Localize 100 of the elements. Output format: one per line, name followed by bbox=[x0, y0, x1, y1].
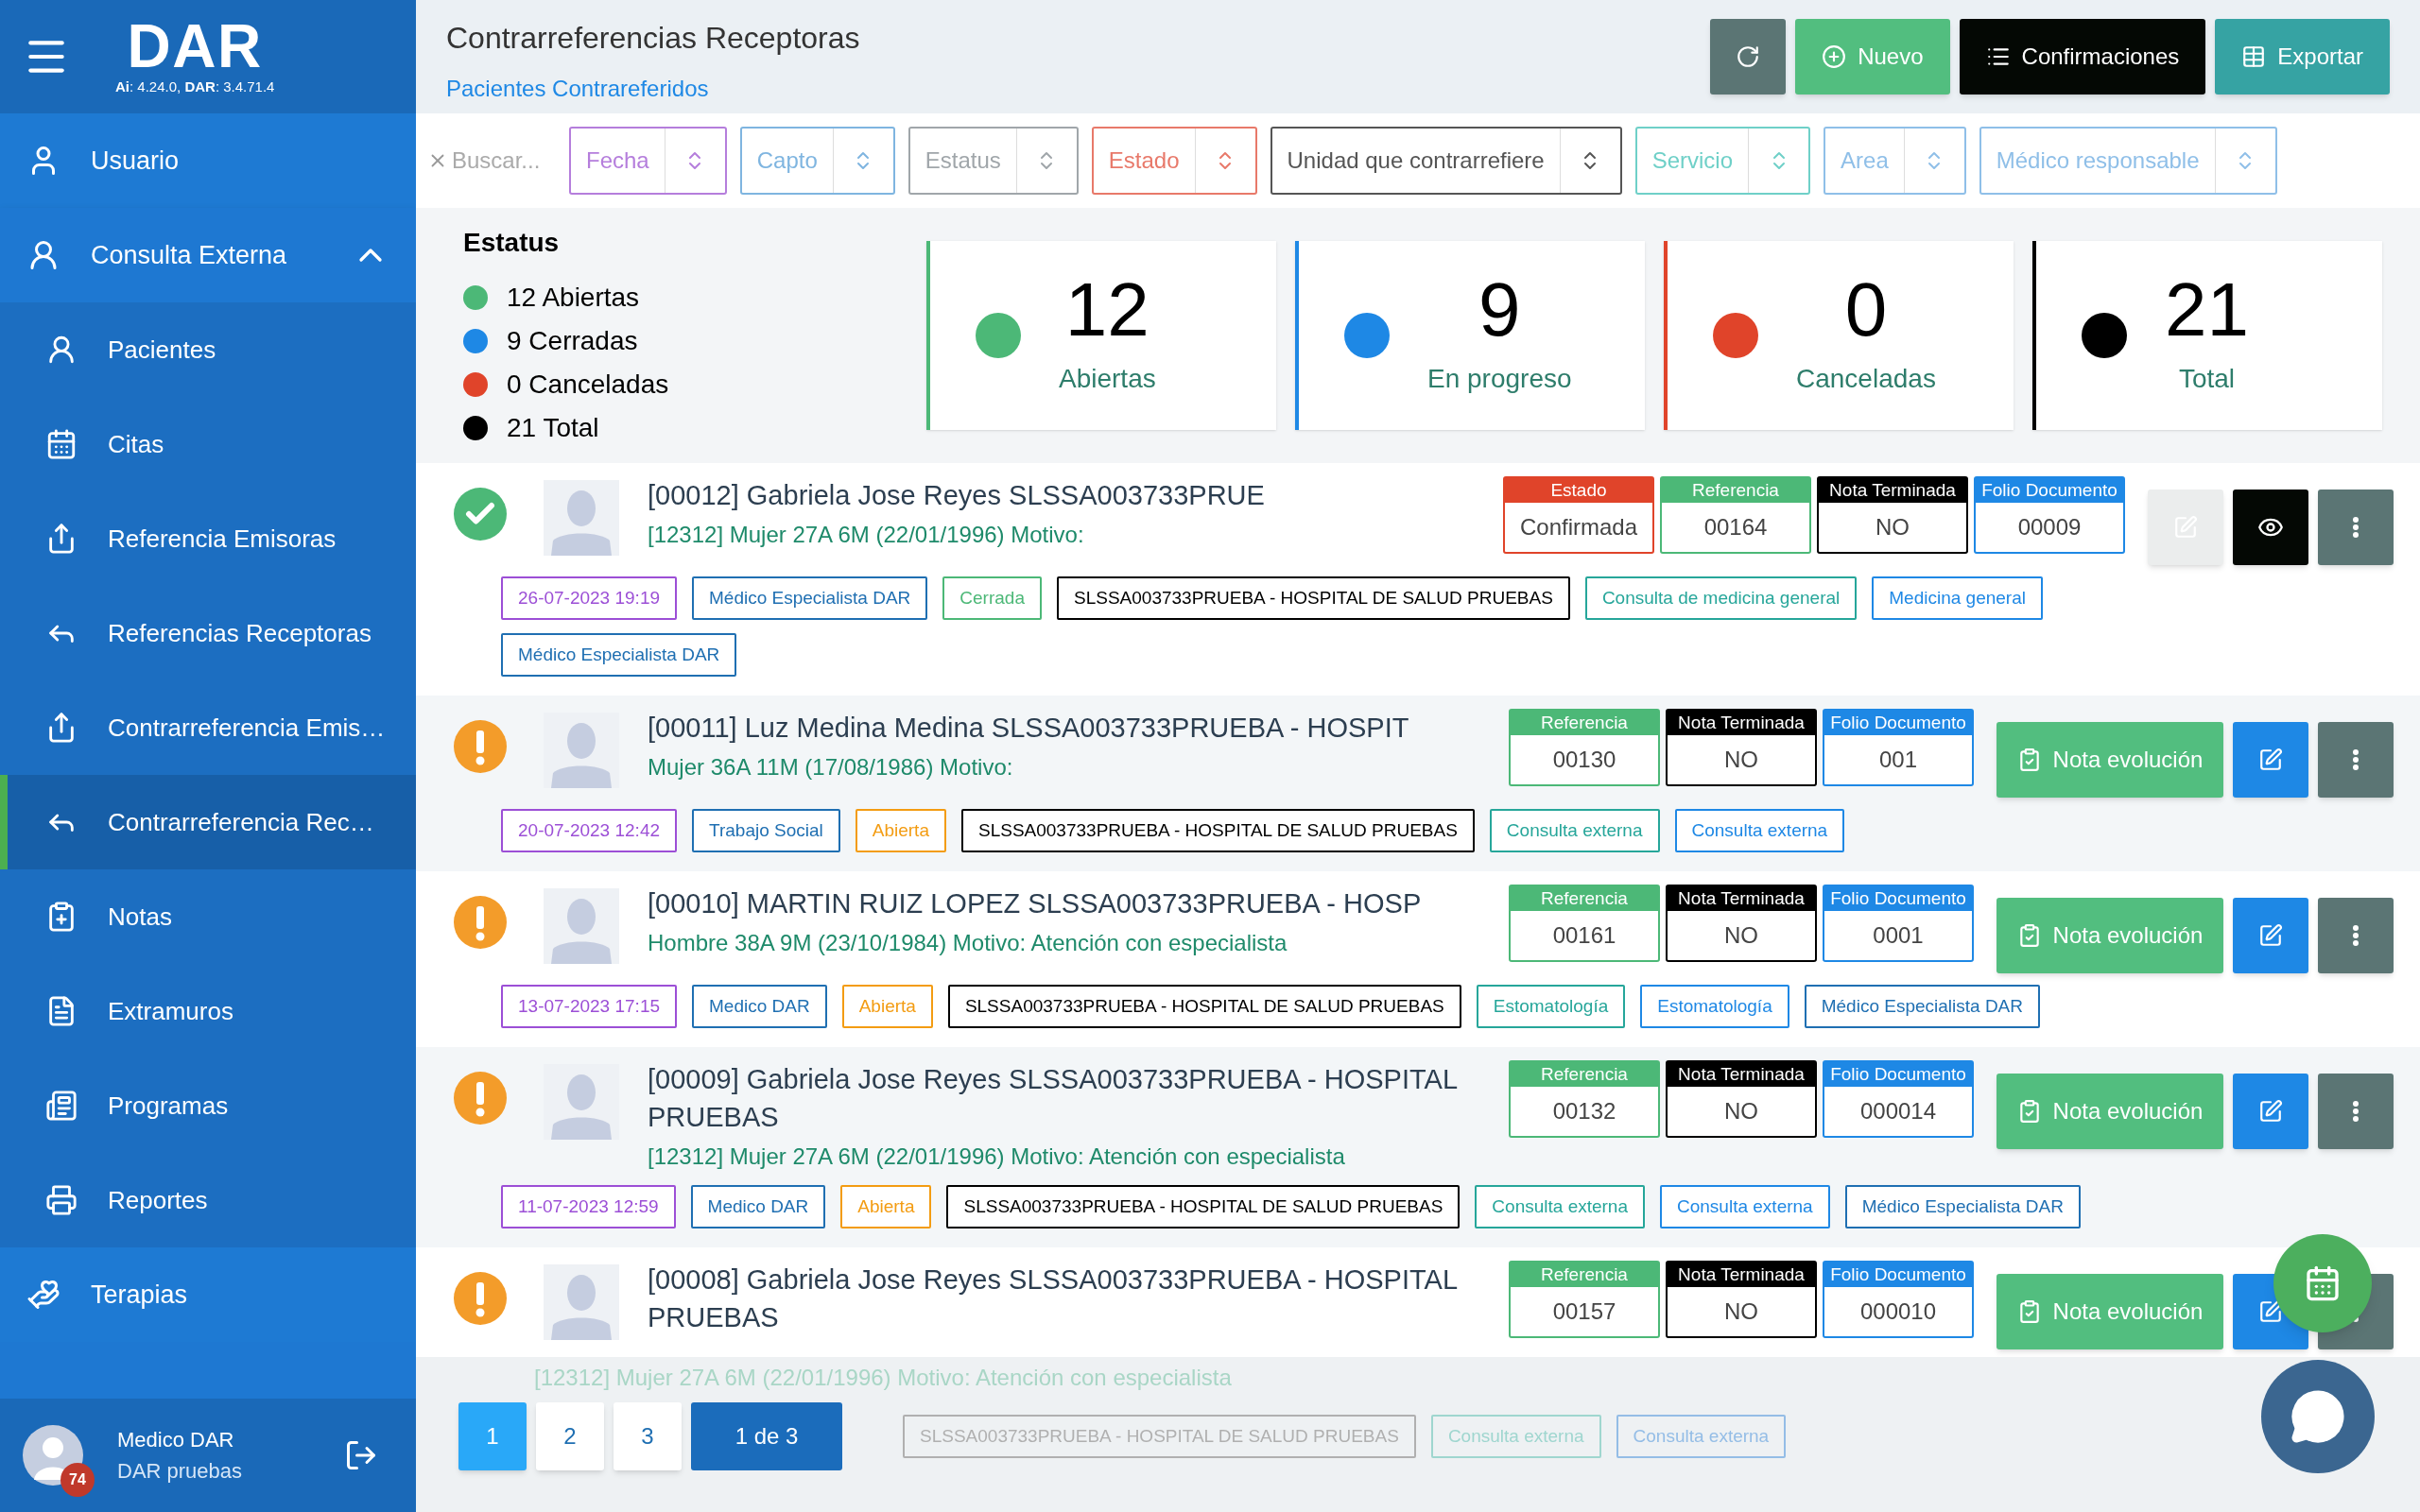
legend-text: 12 Abiertas bbox=[507, 282, 640, 314]
table-icon bbox=[2241, 44, 2267, 69]
sidebar-subitem[interactable]: Citas bbox=[0, 397, 416, 491]
record-title[interactable]: [00009] Gabriela Jose Reyes SLSSA003733PRUEBA - HOSPITAL PRUEBAS bbox=[648, 1060, 1501, 1136]
tag: Consulta externa bbox=[1674, 809, 1845, 852]
page-info: 1 de 3 bbox=[691, 1402, 842, 1470]
printer-icon bbox=[45, 1184, 78, 1216]
record-title[interactable]: [00008] Gabriela Jose Reyes SLSSA003733PRUEBA - HOSPITAL PRUEBAS bbox=[648, 1261, 1501, 1336]
sidebar-subitem[interactable]: Reportes bbox=[0, 1153, 416, 1247]
tag: SLSSA003733PRUEBA - HOSPITAL DE SALUD PRUEBAS bbox=[947, 985, 1461, 1028]
warning-icon bbox=[453, 1072, 507, 1125]
tag: Consulta externa bbox=[1660, 1185, 1830, 1228]
tag: Medico DAR bbox=[692, 985, 827, 1028]
page-button[interactable]: 1 bbox=[458, 1402, 527, 1470]
more-icon bbox=[2353, 1101, 2359, 1122]
tag: Médico Especialista DAR bbox=[692, 576, 928, 620]
sidebar-subitem[interactable]: Pacientes bbox=[0, 302, 416, 397]
warning-icon bbox=[453, 896, 507, 949]
tag: Medicina general bbox=[1872, 576, 2043, 620]
sidebar-item[interactable]: Consulta Externa bbox=[0, 208, 416, 302]
warning-icon bbox=[453, 1272, 507, 1325]
more-icon bbox=[2353, 925, 2359, 946]
newspaper-icon bbox=[45, 1090, 78, 1122]
view-button[interactable] bbox=[2233, 490, 2308, 565]
info-badge: Folio Documento 001 bbox=[1823, 709, 1974, 786]
info-badge: Folio Documento 0001 bbox=[1823, 885, 1974, 962]
tag: Consulta de medicina general bbox=[1584, 576, 1858, 620]
tag: 13-07-2023 17:15 bbox=[501, 985, 677, 1028]
record-details: [12312] Mujer 27A 6M (22/01/1996) Motivo: bbox=[648, 521, 1085, 549]
tag: 26-07-2023 19:19 bbox=[501, 576, 677, 620]
page-title: Contrarreferencias Receptoras bbox=[446, 20, 861, 57]
search-field[interactable]: Buscar... bbox=[452, 144, 556, 178]
info-badge: Nota Terminada NO bbox=[1666, 709, 1817, 786]
sidebar-subitem[interactable]: Contrarreferencia Emis… bbox=[0, 680, 416, 775]
info-badge: Nota Terminada NO bbox=[1666, 1060, 1817, 1138]
page-button[interactable]: 2 bbox=[536, 1402, 604, 1470]
notification-badge: 74 bbox=[60, 1463, 95, 1497]
logo: DAR bbox=[127, 15, 263, 77]
record-title[interactable]: [00011] Luz Medina Medina SLSSA003733PRUEBA - HOSPIT bbox=[648, 709, 1501, 747]
tag: Estomatología bbox=[1640, 985, 1789, 1028]
calendar-icon bbox=[2304, 1264, 2342, 1302]
refresh-button[interactable] bbox=[1710, 19, 1787, 94]
tag: 11-07-2023 12:59 bbox=[501, 1185, 676, 1228]
user-org: DAR pruebas bbox=[117, 1458, 244, 1485]
legend-text: 21 Total bbox=[507, 412, 599, 444]
edit-icon bbox=[2258, 1299, 2283, 1324]
hand-heart-icon bbox=[26, 1278, 60, 1312]
edit-button[interactable] bbox=[2233, 722, 2308, 798]
sidebar-subitem[interactable]: Referencia Emisoras bbox=[0, 491, 416, 586]
plus-icon bbox=[1822, 44, 1847, 69]
tag: Medico DAR bbox=[690, 1185, 826, 1228]
sidebar-subitem[interactable]: Referencias Receptoras bbox=[0, 586, 416, 680]
tag: Médico Especialista DAR bbox=[501, 633, 737, 677]
info-badge: Folio Documento 00009 bbox=[1974, 476, 2125, 554]
record-details: Mujer 36A 11M (17/08/1986) Motivo: bbox=[648, 753, 1014, 782]
stat-value: 0 bbox=[1844, 272, 1888, 348]
more-icon bbox=[2353, 517, 2359, 538]
warning-icon bbox=[453, 720, 507, 773]
edit-icon bbox=[2258, 1099, 2283, 1124]
tag: Consulta externa bbox=[1430, 1415, 1601, 1458]
status-title: Estatus bbox=[463, 227, 561, 259]
sidebar-subitem[interactable]: Notas bbox=[0, 869, 416, 964]
record-details: [12312] Mujer 27A 6M (22/01/1996) Motivo: Atención con especialista bbox=[534, 1364, 1233, 1392]
more-icon bbox=[2353, 749, 2359, 770]
export-button[interactable]: Exportar bbox=[2215, 19, 2390, 94]
tag: SLSSA003733PRUEBA - HOSPITAL DE SALUD PRUEBAS bbox=[946, 1185, 1461, 1228]
info-badge: Referencia 00132 bbox=[1509, 1060, 1660, 1138]
edit-icon bbox=[2258, 747, 2283, 772]
stat-value: 12 bbox=[1064, 272, 1150, 348]
filter-select[interactable]: Unidad que contrarrefiere bbox=[1270, 127, 1622, 195]
record-details: Hombre 38A 9M (23/10/1984) Motivo: Atención con especialista bbox=[648, 929, 1288, 957]
tag: Abierta bbox=[841, 985, 933, 1028]
record-title[interactable]: [00012] Gabriela Jose Reyes SLSSA003733PRUE bbox=[648, 476, 1495, 514]
info-badge: Nota Terminada NO bbox=[1666, 885, 1817, 962]
page-subtitle[interactable]: Pacientes Contrareferidos bbox=[446, 72, 1711, 106]
avatar-icon bbox=[544, 480, 619, 556]
info-badge: Estado Confirmada bbox=[1503, 476, 1654, 554]
stat-value: 21 bbox=[2165, 272, 2249, 348]
edit-button[interactable] bbox=[2233, 1074, 2308, 1149]
tag: SLSSA003733PRUEBA - HOSPITAL DE SALUD PRUEBAS bbox=[1057, 576, 1570, 620]
confirmations-button[interactable]: Confirmaciones bbox=[1959, 19, 2206, 94]
tag: Consulta externa bbox=[1475, 1185, 1645, 1228]
tag: Consulta externa bbox=[1489, 809, 1660, 852]
sidebar-subitem[interactable]: Extramuros bbox=[0, 964, 416, 1058]
filter-select[interactable]: Fecha bbox=[569, 127, 727, 195]
info-badge: Nota Terminada NO bbox=[1817, 476, 1968, 554]
avatar-icon bbox=[544, 1264, 619, 1340]
sidebar-subitem[interactable]: Programas bbox=[0, 1058, 416, 1153]
refresh-icon bbox=[1736, 44, 1761, 69]
stat-value: 9 bbox=[1478, 272, 1521, 348]
tag: SLSSA003733PRUEBA - HOSPITAL DE SALUD PRUEBAS bbox=[960, 809, 1475, 852]
logout-icon[interactable] bbox=[344, 1438, 378, 1472]
info-badge: Referencia 00164 bbox=[1660, 476, 1811, 554]
stat-label: Total bbox=[2178, 363, 2236, 395]
tag: Trabajo Social bbox=[692, 809, 840, 852]
record-title[interactable]: [00010] MARTIN RUIZ LOPEZ SLSSA003733PRUEBA - HOSP bbox=[648, 885, 1501, 922]
filter-select[interactable]: Estado bbox=[1091, 127, 1257, 195]
page-button[interactable]: 3 bbox=[614, 1402, 682, 1470]
sidebar-subitem[interactable]: Contrarreferencia Rec… bbox=[0, 775, 416, 869]
edit-button[interactable] bbox=[2233, 898, 2308, 973]
